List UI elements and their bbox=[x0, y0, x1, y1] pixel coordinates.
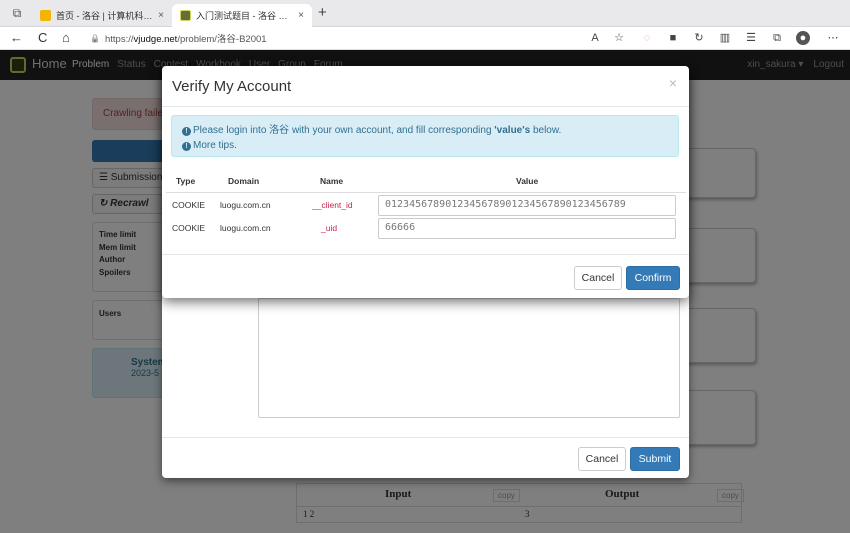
close-icon[interactable]: × bbox=[669, 76, 677, 90]
client-id-value-input[interactable]: 0123456789012345678901234567890123456789 bbox=[378, 195, 676, 216]
info-icon: ! bbox=[182, 127, 191, 136]
cookie-type: COOKIE bbox=[172, 200, 206, 210]
column-header-name: Name bbox=[320, 176, 344, 186]
more-menu-icon[interactable]: ⋯ bbox=[826, 31, 840, 45]
table-header-divider bbox=[166, 192, 686, 193]
reload-icon[interactable]: C bbox=[38, 30, 47, 46]
close-tab-icon[interactable]: × bbox=[158, 10, 164, 21]
split-screen-icon[interactable]: ▥ bbox=[718, 31, 732, 45]
refresh-extension-icon[interactable]: ↻ bbox=[692, 31, 706, 45]
favorite-star-icon[interactable]: ☆ bbox=[612, 31, 626, 45]
favorites-icon[interactable]: ☰ bbox=[744, 31, 758, 45]
new-tab-icon[interactable]: + bbox=[318, 5, 327, 21]
modal-header-divider bbox=[162, 106, 689, 107]
alert-bold-text: 'value's bbox=[494, 125, 531, 136]
vjudge-page: Home Problem Status Contest Workbook Use… bbox=[0, 50, 850, 533]
browser-tab-luogu[interactable]: 首页 - 洛谷 | 计算机科学教育新生态 × bbox=[32, 4, 172, 27]
profile-avatar-icon[interactable]: ● bbox=[796, 31, 810, 45]
verify-account-modal: Verify My Account × ! Please login into 洛… bbox=[162, 66, 689, 298]
url-domain: vjudge.net bbox=[133, 34, 178, 45]
submit-button[interactable]: Submit bbox=[630, 447, 680, 471]
verify-modal-footer: Cancel Confirm bbox=[162, 254, 689, 298]
url-field[interactable]: 🔒 https://vjudge.net/problem/洛谷-B2001 bbox=[90, 29, 570, 47]
alert-text: with your own account, and fill correspo… bbox=[289, 125, 495, 136]
confirm-button[interactable]: Confirm bbox=[626, 266, 680, 290]
tab-title: 首页 - 洛谷 | 计算机科学教育新生态 bbox=[56, 11, 153, 21]
lock-icon: 🔒 bbox=[90, 33, 100, 43]
read-aloud-icon[interactable]: A bbox=[588, 31, 602, 45]
back-icon[interactable]: ← bbox=[10, 30, 23, 46]
uid-value-input[interactable]: 66666 bbox=[378, 218, 676, 239]
cookie-name: _uid bbox=[321, 223, 338, 233]
address-bar: ← C ⌂ 🔒 https://vjudge.net/problem/洛谷-B2… bbox=[0, 27, 850, 50]
alert-text: Please login into bbox=[193, 125, 270, 136]
column-header-value: Value bbox=[516, 176, 539, 186]
extension-icon[interactable]: ◌ bbox=[640, 31, 654, 45]
cookie-type: COOKIE bbox=[172, 223, 206, 233]
modal-title: Verify My Account bbox=[172, 78, 292, 95]
alert-text: below. bbox=[530, 125, 562, 136]
home-icon[interactable]: ⌂ bbox=[62, 30, 70, 46]
alert-oj-link[interactable]: 洛谷 bbox=[269, 125, 289, 136]
info-icon: ! bbox=[182, 142, 191, 151]
verify-info-alert: ! Please login into 洛谷 with your own acco… bbox=[171, 115, 679, 157]
browser-tab-vjudge[interactable]: 入门测试题目 - 洛谷 B2001 - Virtual Judge × bbox=[172, 4, 312, 27]
submit-modal-footer: Cancel Submit bbox=[162, 437, 689, 478]
cancel-verify-button[interactable]: Cancel bbox=[574, 266, 622, 290]
browser-tab-bar: ⧉ 首页 - 洛谷 | 计算机科学教育新生态 × 入门测试题目 - 洛谷 B20… bbox=[0, 0, 850, 27]
tab-title: 入门测试题目 - 洛谷 B2001 - Virtual Judge bbox=[196, 11, 293, 21]
url-prefix: https:// bbox=[104, 34, 134, 45]
column-header-domain: Domain bbox=[228, 176, 260, 186]
luogu-favicon-icon bbox=[40, 10, 51, 21]
close-tab-icon[interactable]: × bbox=[298, 10, 304, 21]
cookie-domain: luogu.com.cn bbox=[220, 200, 271, 210]
url-path: /problem/洛谷-B2001 bbox=[177, 34, 267, 45]
vjudge-favicon-icon bbox=[180, 10, 191, 21]
collections-icon[interactable]: ⧉ bbox=[770, 31, 784, 45]
cookie-domain: luogu.com.cn bbox=[220, 223, 271, 233]
more-tips-link[interactable]: More tips. bbox=[193, 140, 237, 151]
cancel-submit-button[interactable]: Cancel bbox=[578, 447, 626, 471]
extension-dark-icon[interactable]: ■ bbox=[666, 31, 680, 45]
solution-textarea[interactable] bbox=[258, 298, 680, 418]
column-header-type: Type bbox=[176, 176, 196, 186]
tab-actions-icon[interactable]: ⧉ bbox=[10, 6, 24, 20]
cookie-name: __client_id bbox=[312, 200, 353, 210]
